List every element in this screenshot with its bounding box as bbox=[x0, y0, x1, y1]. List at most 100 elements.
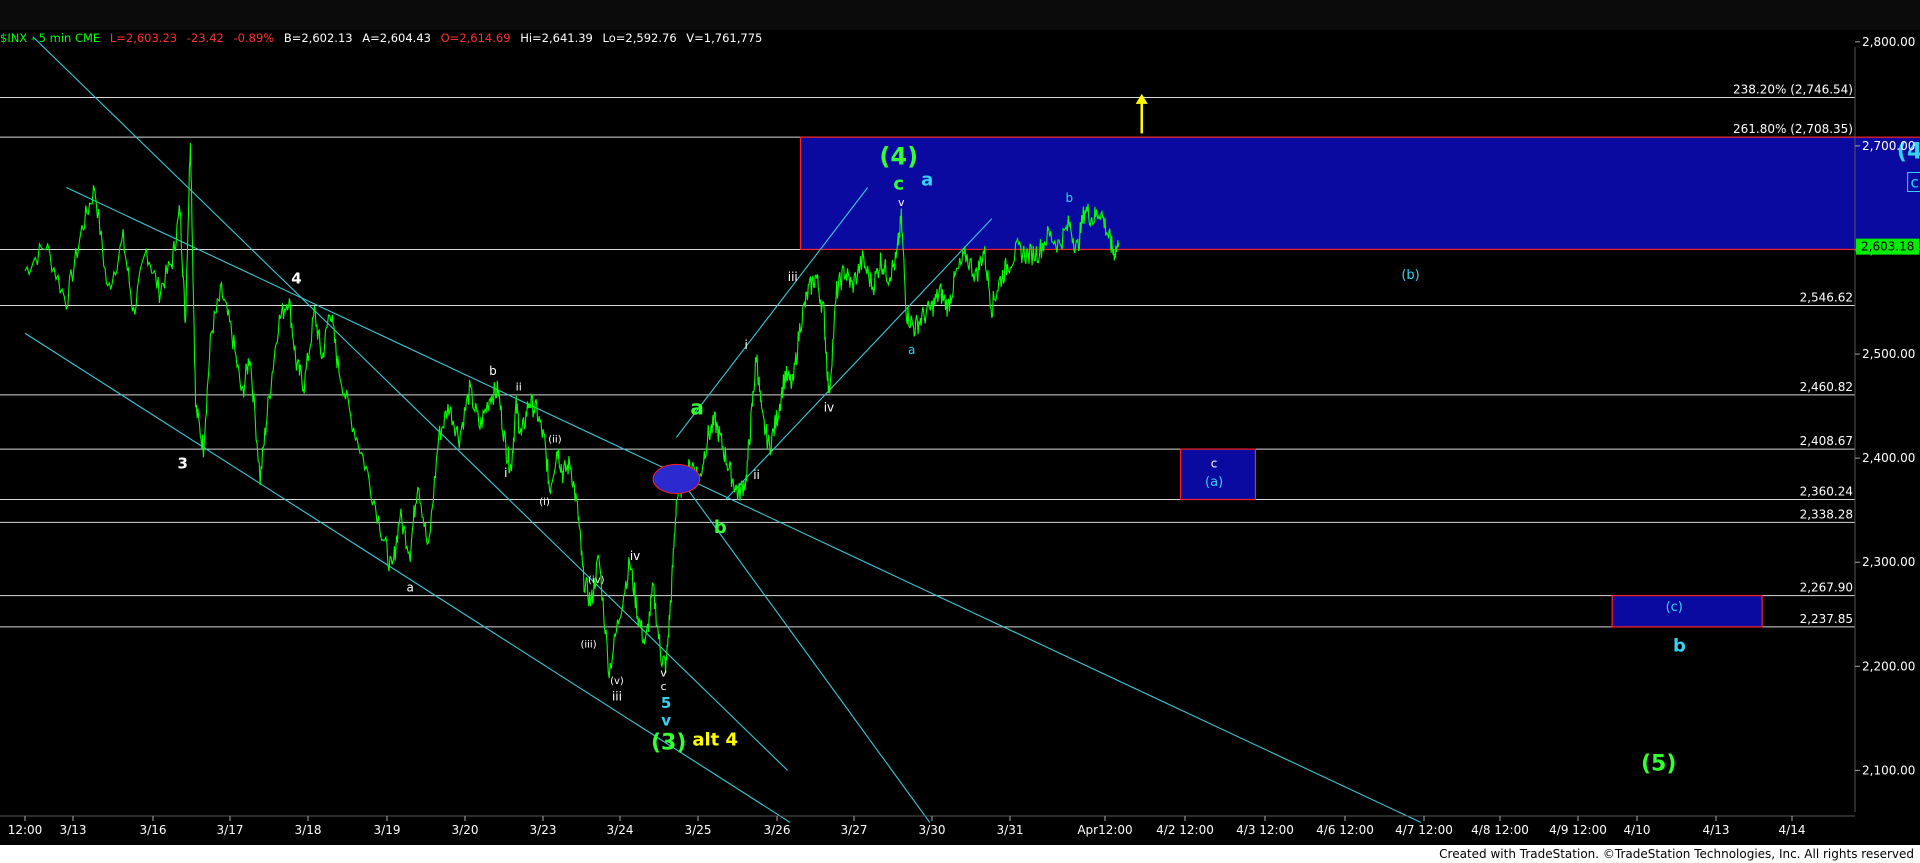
wave-label: a bbox=[406, 580, 413, 594]
wave-label: a bbox=[908, 343, 915, 357]
wave-label: (a) bbox=[1205, 475, 1223, 490]
wave-label: v bbox=[661, 712, 671, 730]
wave-label: ii bbox=[753, 468, 760, 482]
time-tick-label: Apr12:00 bbox=[1077, 823, 1132, 837]
wave-label: 3 bbox=[177, 455, 187, 473]
time-tick-label: 4/9 12:00 bbox=[1549, 823, 1607, 837]
wave-label: c bbox=[660, 680, 666, 693]
channel-line bbox=[725, 218, 993, 501]
wave-label: (ii) bbox=[548, 435, 561, 446]
symbol-status-bar: $INX - 5 min CME L=2,603.23 -23.42 -0.89… bbox=[0, 30, 768, 46]
wave-label: (3) bbox=[651, 731, 686, 756]
volume-label: V=1,761,775 bbox=[686, 31, 763, 45]
time-tick-label: 3/27 bbox=[841, 823, 868, 837]
channel-line bbox=[676, 473, 1422, 823]
last-price-label: L=2,603.23 bbox=[109, 31, 178, 45]
level-label: 2,460.82 bbox=[1800, 380, 1853, 394]
level-label: 2,237.85 bbox=[1800, 612, 1853, 626]
time-tick-label: 4/7 12:00 bbox=[1395, 823, 1453, 837]
wave-label: iv bbox=[630, 549, 640, 563]
channel-line bbox=[675, 187, 869, 438]
price-tick-label: 2,300.00 bbox=[1862, 555, 1915, 569]
wave-label: alt 4 bbox=[692, 729, 738, 750]
wave-label: 4 bbox=[291, 269, 301, 287]
level-label: 238.20% (2,746.54) bbox=[1733, 82, 1853, 96]
last-price-label: 2,603.18 bbox=[1861, 240, 1914, 254]
open-label: O=2,614.69 bbox=[440, 31, 511, 45]
wave-label: b bbox=[1066, 191, 1074, 205]
ellipse-marker bbox=[652, 463, 701, 495]
change-label: -23.42 bbox=[186, 31, 224, 45]
low-label: Lo=2,592.76 bbox=[602, 31, 677, 45]
wave-label: b bbox=[489, 364, 497, 378]
wave-label: (iii) bbox=[580, 640, 596, 651]
up-arrow-head bbox=[1135, 93, 1148, 104]
time-tick-label: 3/20 bbox=[452, 823, 479, 837]
footer-credit: Created with TradeStation. ©TradeStation… bbox=[1439, 847, 1914, 861]
target-box bbox=[1611, 595, 1763, 628]
wave-label: c bbox=[1211, 456, 1218, 470]
wave-label: 5 bbox=[661, 694, 671, 712]
wave-label: (4) bbox=[879, 143, 918, 171]
level-label: 2,360.24 bbox=[1800, 485, 1853, 499]
level-label: 2,408.67 bbox=[1800, 434, 1853, 448]
time-tick-label: 3/30 bbox=[919, 823, 946, 837]
wave-label: v bbox=[660, 667, 667, 680]
target-box bbox=[799, 136, 1920, 251]
wave-label: (i) bbox=[539, 497, 550, 508]
wave-label: c bbox=[1911, 174, 1919, 192]
level-label: 2,338.28 bbox=[1800, 507, 1853, 521]
wave-label: iii bbox=[788, 270, 798, 284]
level-label: 2,267.90 bbox=[1800, 581, 1853, 595]
wave-label: v bbox=[898, 196, 905, 209]
wave-label: iii bbox=[612, 690, 622, 704]
wave-label: c bbox=[893, 174, 904, 195]
wave-label: ii bbox=[516, 380, 522, 393]
target-boxes bbox=[799, 136, 1920, 628]
wave-label: (b) bbox=[1401, 268, 1419, 283]
time-tick-label: 3/18 bbox=[295, 823, 322, 837]
time-tick-label: 3/25 bbox=[685, 823, 712, 837]
time-tick-label: 4/13 bbox=[1703, 823, 1730, 837]
time-tick-label: 4/2 12:00 bbox=[1156, 823, 1214, 837]
wave-label: b bbox=[1673, 636, 1686, 657]
price-axis: 2,800.002,700.002,600.002,500.002,400.00… bbox=[1854, 35, 1919, 812]
time-tick-label: 3/24 bbox=[607, 823, 634, 837]
channel-line bbox=[32, 36, 788, 771]
wave-label: (c) bbox=[1666, 600, 1683, 615]
wave-label: iv bbox=[824, 400, 834, 414]
symbol-label: $INX - 5 min CME bbox=[0, 31, 101, 45]
footer-bar: Created with TradeStation. ©TradeStation… bbox=[0, 845, 1920, 863]
price-chart[interactable]: 238.20% (2,746.54) 261.80% (2,708.35) 2,60… bbox=[0, 0, 1920, 845]
time-tick-label: 3/13 bbox=[60, 823, 87, 837]
wave-label: (5) bbox=[1641, 751, 1676, 776]
time-tick-label: 3/26 bbox=[764, 823, 791, 837]
price-tick-label: 2,200.00 bbox=[1862, 659, 1915, 673]
percent-change-label: -0.89% bbox=[233, 31, 275, 45]
time-tick-label: 3/19 bbox=[374, 823, 401, 837]
wave-label: i bbox=[504, 466, 507, 480]
bid-label: B=2,602.13 bbox=[283, 31, 353, 45]
level-label: 2,546.62 bbox=[1800, 291, 1853, 305]
price-tick-label: 2,500.00 bbox=[1862, 347, 1915, 361]
time-tick-label: 4/10 bbox=[1624, 823, 1651, 837]
wave-label: b bbox=[714, 517, 727, 538]
wave-label: a bbox=[921, 169, 933, 190]
time-tick-label: 3/17 bbox=[217, 823, 244, 837]
time-tick-label: 3/16 bbox=[140, 823, 167, 837]
price-tick-label: 2,700.00 bbox=[1862, 139, 1915, 153]
ask-label: A=2,604.43 bbox=[362, 31, 431, 45]
time-tick-label: 12:00 bbox=[8, 823, 43, 837]
price-tick-label: 2,400.00 bbox=[1862, 451, 1915, 465]
wave-label: (v) bbox=[610, 676, 624, 687]
time-tick-label: 4/8 12:00 bbox=[1471, 823, 1529, 837]
time-tick-label: 4/14 bbox=[1779, 823, 1806, 837]
price-tick-label: 2,100.00 bbox=[1862, 763, 1915, 777]
time-tick-label: 4/6 12:00 bbox=[1316, 823, 1374, 837]
channel-line bbox=[66, 187, 677, 475]
time-tick-label: 3/31 bbox=[997, 823, 1024, 837]
level-label: 261.80% (2,708.35) bbox=[1733, 122, 1853, 136]
price-tick-label: 2,800.00 bbox=[1862, 35, 1915, 49]
wave-label: (iv) bbox=[588, 575, 605, 586]
time-tick-label: 3/23 bbox=[530, 823, 557, 837]
